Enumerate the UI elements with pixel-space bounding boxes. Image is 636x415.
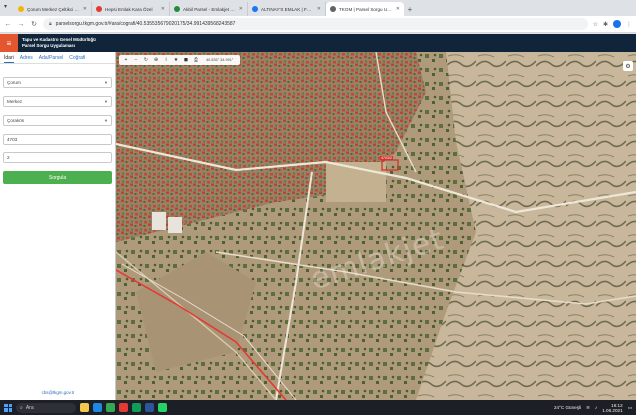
excel-icon[interactable] [132,403,141,412]
app-header: ≡ Tapu ve Kadastro Genel Müdürlüğü Parse… [0,34,636,52]
back-icon[interactable]: ← [4,21,12,28]
query-button[interactable]: Sorgula [3,171,112,184]
measure-icon[interactable]: ◼ [182,57,190,63]
notification-icon[interactable]: ▭ [628,405,632,411]
close-tab-icon[interactable]: ✕ [396,6,400,12]
mahalle-select[interactable]: Çorakös ▼ [3,115,112,126]
site-favicon-icon [174,6,180,12]
app-title: Tapu ve Kadastro Genel Müdürlüğü Parsel … [18,37,96,49]
tab-title: Akbil Parsel - Emlakjet Panel [183,6,236,12]
parsel-input[interactable]: 2 [3,152,112,163]
weather-widget[interactable]: 24°C Güneşli [554,405,581,410]
chevron-down-icon: ▼ [104,118,108,123]
query-panel: İdari Adres Ada/Parsel Coğrafi Çorum ▼ M… [0,52,116,400]
close-tab-icon[interactable]: ✕ [161,6,165,12]
query-tabs: İdari Adres Ada/Parsel Coğrafi [0,52,115,64]
clock[interactable]: 16:12 1.06.2021 [602,403,622,413]
edge-icon[interactable] [93,403,102,412]
browser-tab-5[interactable]: TKGM | Parsel Sorgu Uygulaması ✕ [326,2,404,16]
contact-email-link[interactable]: cbs@tkgm.gov.tr [0,390,116,395]
clock-date: 1.06.2021 [602,407,623,413]
lock-icon[interactable]: 🔒︎ [49,21,52,27]
file-explorer-icon[interactable] [80,403,89,412]
site-favicon-icon [18,6,24,12]
info-icon[interactable]: i [162,57,170,63]
tab-ada-parsel[interactable]: Ada/Parsel [39,55,63,63]
location-pin-icon [330,6,336,12]
ilce-select[interactable]: Merkez ▼ [3,96,112,107]
taskbar-search-label: Ara [25,404,34,411]
os-taskbar: ⌕ Ara 24°C Güneşli ≋ ♪ 16:12 1.06.2021 ▭ [0,400,636,415]
word-icon[interactable] [145,403,154,412]
chevron-down-icon: ▼ [104,80,108,85]
satellite-imagery [116,52,636,400]
office-icon[interactable] [119,403,128,412]
close-tab-icon[interactable]: ✕ [317,6,321,12]
search-icon: ⌕ [20,404,23,411]
parsel-value: 2 [7,155,10,160]
reload-icon[interactable]: ↻ [30,20,38,28]
volume-icon[interactable]: ♪ [595,405,597,410]
coordinate-readout: 40.535° 34.991° [206,58,234,62]
browser-tab-4[interactable]: ALTINAY'S EMLAK | Facebook ✕ [248,2,326,16]
ilce-value: Merkez [7,99,23,104]
gear-icon[interactable]: ⚙ [623,61,633,71]
url-text: parselsorgu.tkgm.gov.tr/#ara/cografi/40.… [55,21,236,27]
profile-avatar[interactable] [613,20,621,28]
more-menu-icon[interactable]: ⋮ [626,21,632,28]
chrome-icon[interactable] [106,403,115,412]
app-title-line2: Parsel Sorgu Uygulaması [22,43,75,48]
new-tab-button[interactable]: + [404,2,416,16]
site-favicon-icon [252,6,258,12]
windows-start-icon[interactable] [4,403,12,412]
browser-tab-2[interactable]: Hepsi Emlak Kara Özel ✕ [92,2,170,16]
taskbar-search[interactable]: ⌕ Ara [16,402,76,413]
extensions-icon[interactable]: ✱ [603,21,608,28]
tab-idari[interactable]: İdari [4,55,14,63]
browser-tab-1[interactable]: Çorum Merkez Çeltikci Toki Arsa ✕ [14,2,92,16]
tab-title: Hepsi Emlak Kara Özel [105,6,153,12]
site-favicon-icon [96,6,102,12]
il-select[interactable]: Çorum ▼ [3,77,112,88]
chevron-down-icon: ▼ [104,99,108,104]
browser-toolbar: ← → ↻ 🔒︎ parselsorgu.tkgm.gov.tr/#ara/co… [0,16,636,33]
tab-cografi[interactable]: Coğrafi [69,55,85,63]
address-bar[interactable]: 🔒︎ parselsorgu.tkgm.gov.tr/#ara/cografi/… [43,18,588,30]
mahalle-value: Çorakös [7,118,25,123]
zoom-out-icon[interactable]: − [132,57,140,63]
ada-value: 4703 [7,137,18,142]
tab-search-icon[interactable]: ▾ [4,3,7,10]
close-tab-icon[interactable]: ✕ [83,6,87,12]
menu-icon[interactable]: ≡ [0,34,18,52]
refresh-icon[interactable]: ↻ [142,57,150,63]
system-tray: 24°C Güneşli ≋ ♪ 16:12 1.06.2021 ▭ [554,403,632,413]
parcel-label[interactable]: 4703/2 [380,156,393,160]
close-tab-icon[interactable]: ✕ [239,6,243,12]
browser-tabstrip: Çorum Merkez Çeltikci Toki Arsa ✕ Hepsi … [0,0,636,16]
il-value: Çorum [7,80,21,85]
forward-icon[interactable]: → [17,21,25,28]
ada-input[interactable]: 4703 [3,134,112,145]
favorite-icon[interactable]: ★ [172,57,180,63]
whatsapp-icon[interactable] [158,403,167,412]
star-icon[interactable]: ☆ [593,21,598,28]
tab-title: TKGM | Parsel Sorgu Uygulaması [339,6,393,12]
browser-tab-3[interactable]: Akbil Parsel - Emlakjet Panel ✕ [170,2,248,16]
wifi-icon[interactable]: ≋ [586,405,590,411]
print-icon[interactable]: ⎙ [192,57,200,63]
map-toolbar: + − ↻ ⊕ i ★ ◼ ⎙ 40.535° 34.991° [119,55,241,65]
zoom-in-icon[interactable]: + [122,57,130,63]
map-view[interactable]: + − ↻ ⊕ i ★ ◼ ⎙ 40.535° 34.991° ⚙ 4703/2… [116,52,636,400]
locate-icon[interactable]: ⊕ [152,57,160,63]
tab-title: ALTINAY'S EMLAK | Facebook [261,6,314,12]
tab-adres[interactable]: Adres [20,55,33,63]
tab-title: Çorum Merkez Çeltikci Toki Arsa [27,6,80,12]
